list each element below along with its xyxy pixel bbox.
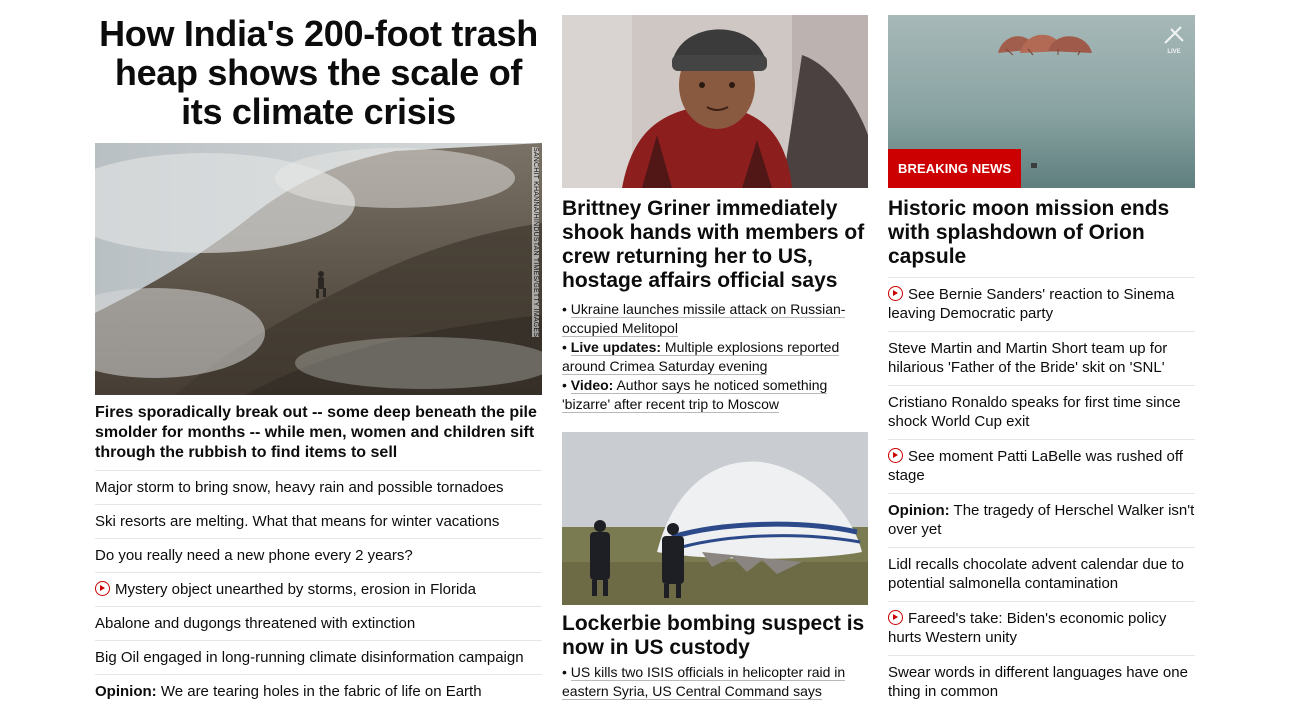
list-item: Cristiano Ronaldo speaks for first time … (888, 385, 1195, 439)
list-item: Steve Martin and Martin Short team up fo… (888, 331, 1195, 385)
story-kicker: Video: (570, 377, 614, 393)
lead-story-column: How India's 200-foot trash heap shows th… (95, 0, 542, 708)
story-link[interactable]: Do you really need a new phone every 2 y… (95, 547, 413, 564)
list-item: Big Oil engaged in long-running climate … (95, 640, 542, 674)
story-link[interactable]: Opinion: The tragedy of Herschel Walker … (888, 502, 1194, 538)
griner-story-image[interactable] (562, 15, 868, 188)
breaking-news-badge: BREAKING NEWS (888, 149, 1022, 188)
list-item: Do you really need a new phone every 2 y… (95, 538, 542, 572)
griner-photo (562, 15, 868, 188)
story-link[interactable]: Swear words in different languages have … (888, 664, 1188, 700)
story-link[interactable]: Abalone and dugongs threatened with exti… (95, 615, 415, 632)
middle-column: Brittney Griner immediately shook hands … (562, 0, 868, 700)
video-play-icon (888, 610, 903, 625)
list-item: Fareed's take: Biden's economic policy h… (888, 601, 1195, 655)
story-link[interactable]: Fareed's take: Biden's economic policy h… (888, 610, 1166, 646)
story-link[interactable]: See Bernie Sanders' reaction to Sinema l… (888, 286, 1174, 322)
image-credit: SANCHIT KHANNA/HINDUSTAN TIMES/GETTY IMA… (532, 147, 539, 338)
story-link[interactable]: Cristiano Ronaldo speaks for first time … (888, 394, 1181, 430)
story-text: See moment Patti LaBelle was rushed off … (888, 448, 1183, 484)
list-item: • Ukraine launches missile attack on Rus… (562, 301, 846, 337)
list-item: Major storm to bring snow, heavy rain an… (95, 470, 542, 504)
list-item: • US kills two ISIS officials in helicop… (562, 664, 846, 700)
list-item: Lidl recalls chocolate advent calendar d… (888, 547, 1195, 601)
story-link[interactable]: See moment Patti LaBelle was rushed off … (888, 448, 1183, 484)
video-play-icon (888, 286, 903, 301)
story-text: We are tearing holes in the fabric of li… (156, 683, 482, 700)
story-link[interactable]: Mystery object unearthed by storms, eros… (95, 581, 476, 598)
lead-story-image[interactable]: SANCHIT KHANNA/HINDUSTAN TIMES/GETTY IMA… (95, 143, 542, 395)
story-text: Fareed's take: Biden's economic policy h… (888, 610, 1167, 646)
story-link[interactable]: US kills two ISIS officials in helicopte… (562, 664, 846, 700)
list-item: Swear words in different languages have … (888, 655, 1195, 709)
story-link[interactable]: Big Oil engaged in long-running climate … (95, 649, 524, 666)
list-item: See Bernie Sanders' reaction to Sinema l… (888, 277, 1195, 331)
list-item: Ski resorts are melting. What that means… (95, 504, 542, 538)
list-item: Abalone and dugongs threatened with exti… (95, 606, 542, 640)
list-item: • Live updates: Multiple explosions repo… (562, 339, 840, 375)
story-link[interactable]: Major storm to bring snow, heavy rain an… (95, 479, 504, 496)
list-item: Opinion: We are tearing holes in the fab… (95, 674, 542, 708)
lockerbie-story-image[interactable] (562, 432, 868, 605)
list-item: See moment Patti LaBelle was rushed off … (888, 439, 1195, 493)
story-kicker: Live updates: (570, 339, 662, 355)
story-text: See Bernie Sanders' reaction to Sinema l… (888, 286, 1175, 322)
lockerbie-headline-link[interactable]: Lockerbie bombing suspect is now in US c… (562, 612, 868, 660)
griner-headline-link[interactable]: Brittney Griner immediately shook hands … (562, 197, 868, 293)
story-link[interactable]: Lidl recalls chocolate advent calendar d… (888, 556, 1184, 592)
lead-headline-link[interactable]: How India's 200-foot trash heap shows th… (95, 14, 542, 131)
griner-related-list: • Ukraine launches missile attack on Rus… (562, 300, 868, 414)
video-play-icon (95, 581, 110, 596)
orion-related-list: See Bernie Sanders' reaction to Sinema l… (888, 277, 1195, 709)
story-link[interactable]: Ukraine launches missile attack on Russi… (562, 301, 846, 337)
live-logo-icon: LIVE (1161, 25, 1187, 55)
lockerbie-wreckage-photo (562, 432, 868, 605)
list-item: Mystery object unearthed by storms, eros… (95, 572, 542, 606)
lockerbie-related-list: • US kills two ISIS officials in helicop… (562, 663, 868, 701)
right-column: LIVE BREAKING NEWS Historic moon mission… (888, 0, 1195, 709)
satellite-icon (1164, 26, 1184, 44)
orion-headline-link[interactable]: Historic moon mission ends with splashdo… (888, 197, 1195, 269)
lead-related-list: Major storm to bring snow, heavy rain an… (95, 470, 542, 708)
video-play-icon (888, 448, 903, 463)
story-link[interactable]: Steve Martin and Martin Short team up fo… (888, 340, 1167, 376)
story-link[interactable]: Live updates: Multiple explosions report… (562, 339, 840, 375)
list-item: Opinion: The tragedy of Herschel Walker … (888, 493, 1195, 547)
orion-story-image[interactable]: LIVE BREAKING NEWS (888, 15, 1195, 188)
story-link[interactable]: Ski resorts are melting. What that means… (95, 513, 499, 530)
story-text: Mystery object unearthed by storms, eros… (115, 581, 476, 598)
live-label: LIVE (1167, 49, 1181, 55)
story-kicker: Opinion: (95, 683, 157, 700)
story-kicker: Opinion: (888, 502, 950, 519)
trash-heap-photo (95, 143, 542, 395)
story-link[interactable]: Opinion: We are tearing holes in the fab… (95, 683, 482, 700)
story-link[interactable]: Video: Author says he noticed something … (562, 377, 828, 413)
lead-caption-link[interactable]: Fires sporadically break out -- some dee… (95, 403, 542, 463)
list-item: • Video: Author says he noticed somethin… (562, 377, 828, 413)
